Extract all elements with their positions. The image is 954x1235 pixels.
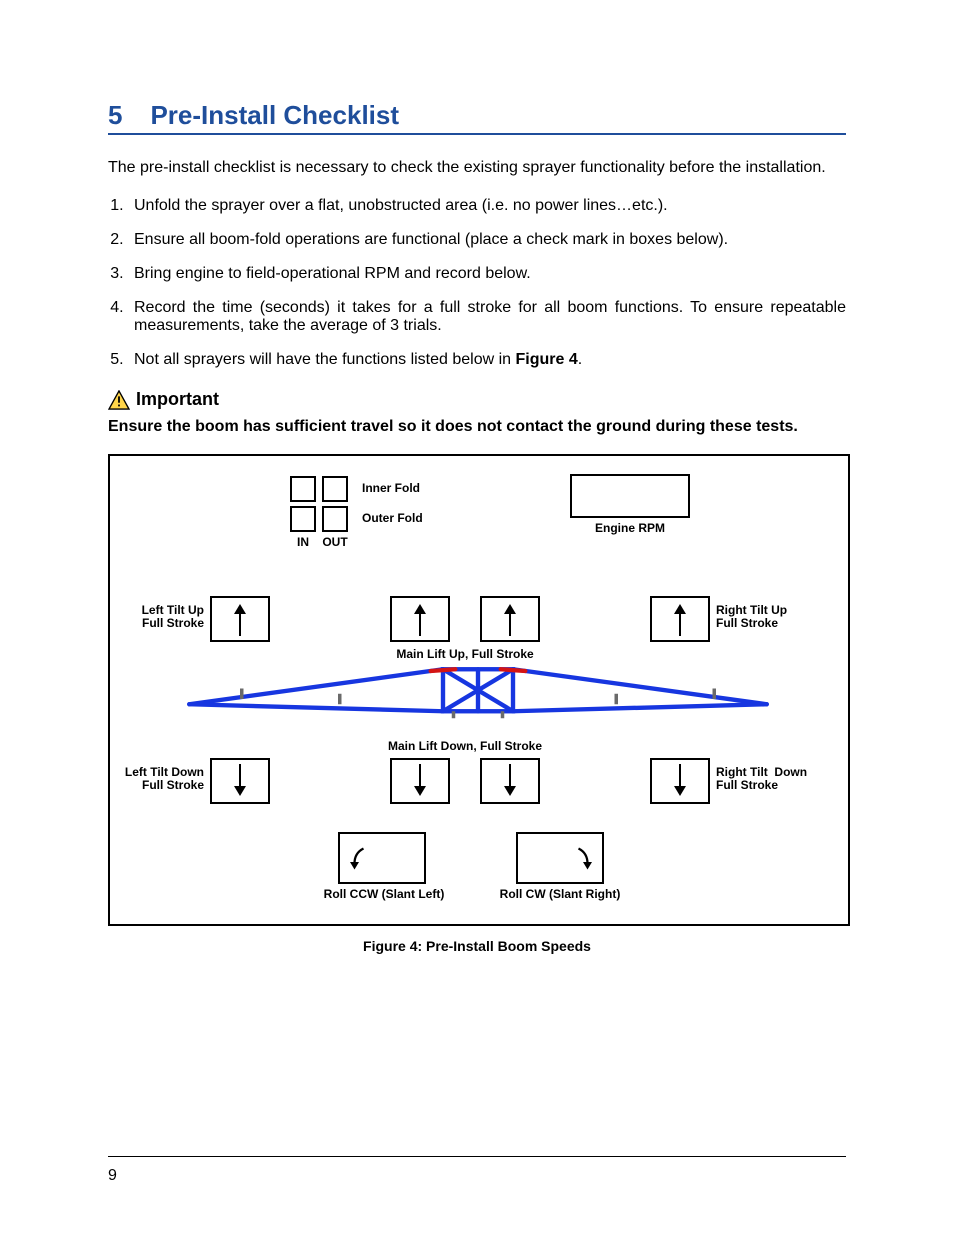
section-heading: 5 Pre-Install Checklist (108, 100, 846, 135)
figure-caption: Figure 4: Pre-Install Boom Speeds (108, 938, 846, 954)
page-number: 9 (108, 1167, 117, 1185)
step-2: Ensure all boom-fold operations are func… (128, 231, 846, 249)
boom-diagram (128, 664, 828, 734)
engine-rpm-label: Engine RPM (570, 522, 690, 535)
step-4: Record the time (seconds) it takes for a… (128, 299, 846, 335)
left-tilt-up-field[interactable] (210, 596, 270, 642)
important-heading: Important (108, 389, 846, 410)
main-lift-down-left-field[interactable] (390, 758, 450, 804)
left-tilt-up-label: Left Tilt Up Full Stroke (132, 604, 204, 630)
roll-ccw-arrow-icon (344, 840, 374, 878)
step-1: Unfold the sprayer over a flat, unobstru… (128, 197, 846, 215)
intro-paragraph: The pre-install checklist is necessary t… (108, 159, 846, 177)
outer-fold-label: Outer Fold (362, 512, 423, 525)
right-tilt-down-field[interactable] (650, 758, 710, 804)
right-tilt-down-label: Right Tilt Down Full Stroke (716, 766, 807, 792)
inner-fold-in-checkbox[interactable] (290, 476, 316, 502)
document-page: 5 Pre-Install Checklist The pre-install … (0, 0, 954, 1235)
main-lift-up-left-field[interactable] (390, 596, 450, 642)
outer-fold-in-checkbox[interactable] (290, 506, 316, 532)
right-tilt-up-label: Right Tilt Up Full Stroke (716, 604, 787, 630)
main-lift-down-label: Main Lift Down, Full Stroke (370, 740, 560, 753)
in-label: IN (290, 536, 316, 549)
roll-cw-arrow-icon (568, 840, 598, 878)
steps-list: Unfold the sprayer over a flat, unobstru… (108, 197, 846, 369)
right-tilt-up-field[interactable] (650, 596, 710, 642)
engine-rpm-field[interactable] (570, 474, 690, 518)
warning-icon (108, 390, 130, 410)
roll-ccw-field[interactable] (338, 832, 426, 884)
inner-fold-out-checkbox[interactable] (322, 476, 348, 502)
step-5-pre: Not all sprayers will have the functions… (134, 351, 516, 368)
main-lift-up-label: Main Lift Up, Full Stroke (370, 648, 560, 661)
roll-cw-label: Roll CW (Slant Right) (490, 888, 630, 901)
roll-ccw-label: Roll CCW (Slant Left) (314, 888, 454, 901)
outer-fold-out-checkbox[interactable] (322, 506, 348, 532)
section-number: 5 (108, 100, 122, 131)
step-3: Bring engine to field-operational RPM an… (128, 265, 846, 283)
step-5: Not all sprayers will have the functions… (128, 351, 846, 369)
footer-rule (108, 1156, 846, 1157)
roll-cw-field[interactable] (516, 832, 604, 884)
left-tilt-down-label: Left Tilt Down Full Stroke (118, 766, 204, 792)
left-tilt-down-field[interactable] (210, 758, 270, 804)
section-title: Pre-Install Checklist (150, 100, 399, 131)
main-lift-up-right-field[interactable] (480, 596, 540, 642)
out-label: OUT (322, 536, 348, 549)
step-5-post: . (578, 351, 582, 368)
figure-4-container: Inner Fold Outer Fold IN OUT Engine RPM … (108, 454, 850, 926)
inner-fold-label: Inner Fold (362, 482, 420, 495)
important-text: Ensure the boom has sufficient travel so… (108, 418, 846, 436)
important-label: Important (136, 389, 219, 410)
main-lift-down-right-field[interactable] (480, 758, 540, 804)
step-5-bold: Figure 4 (516, 351, 578, 368)
